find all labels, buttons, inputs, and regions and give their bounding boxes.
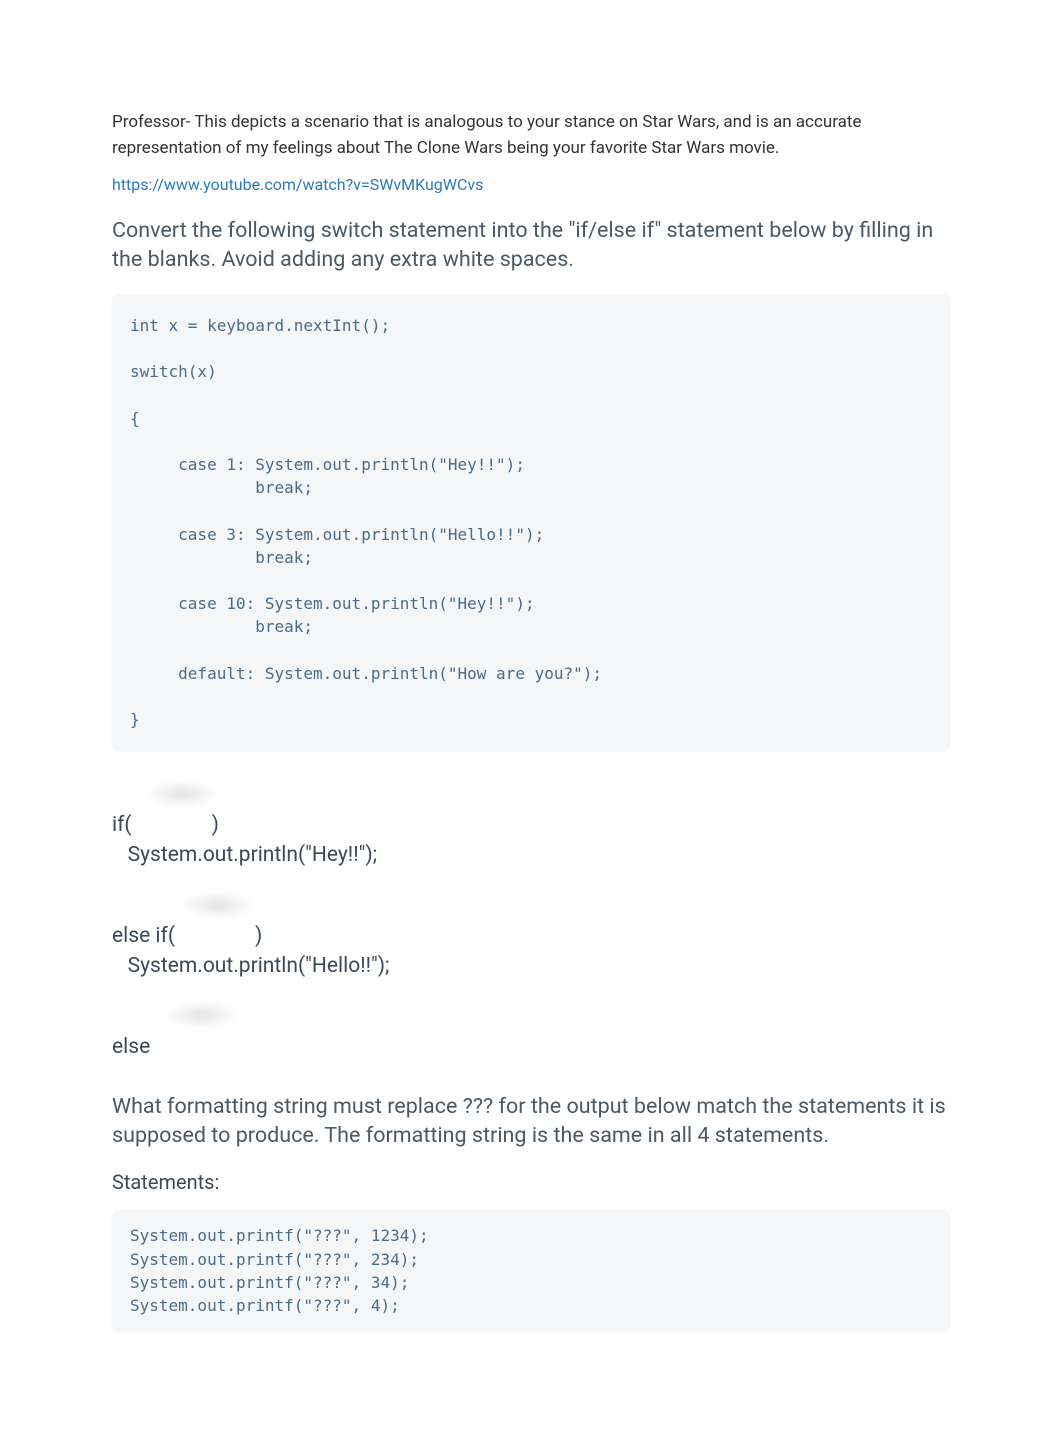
blur-icon (182, 892, 254, 918)
close-paren: ) (255, 924, 262, 948)
statements-label: Statements: (112, 1170, 950, 1194)
blurred-answer (112, 781, 950, 809)
fill-blank-answer-area: if() System.out.println("Hey!!"); else i… (112, 781, 950, 1062)
answer-line: System.out.println("Hello!!"); (112, 952, 950, 981)
question-1-prompt: Convert the following switch statement i… (112, 216, 950, 274)
professor-note: Professor- This depicts a scenario that … (112, 110, 950, 161)
blur-icon (166, 1002, 238, 1028)
answer-line: System.out.println("Hey!!"); (112, 841, 950, 870)
code-block-printf: System.out.printf("???", 1234); System.o… (112, 1210, 950, 1331)
question-2-prompt: What formatting string must replace ??? … (112, 1092, 950, 1150)
answer-line: if() (112, 811, 950, 840)
youtube-link[interactable]: https://www.youtube.com/watch?v=SWvMKugW… (112, 175, 483, 194)
page-content: Professor- This depicts a scenario that … (0, 0, 1062, 1441)
else-keyword: else (112, 1033, 950, 1062)
code-block-switch: int x = keyboard.nextInt(); switch(x) { … (112, 294, 950, 751)
blurred-answer (112, 892, 950, 920)
elseif-keyword: else if( (112, 924, 175, 948)
if-keyword: if( (112, 813, 132, 837)
answer-line: else if() (112, 922, 950, 951)
blur-icon (146, 781, 218, 807)
close-paren: ) (212, 813, 219, 837)
blurred-answer (112, 1003, 950, 1031)
